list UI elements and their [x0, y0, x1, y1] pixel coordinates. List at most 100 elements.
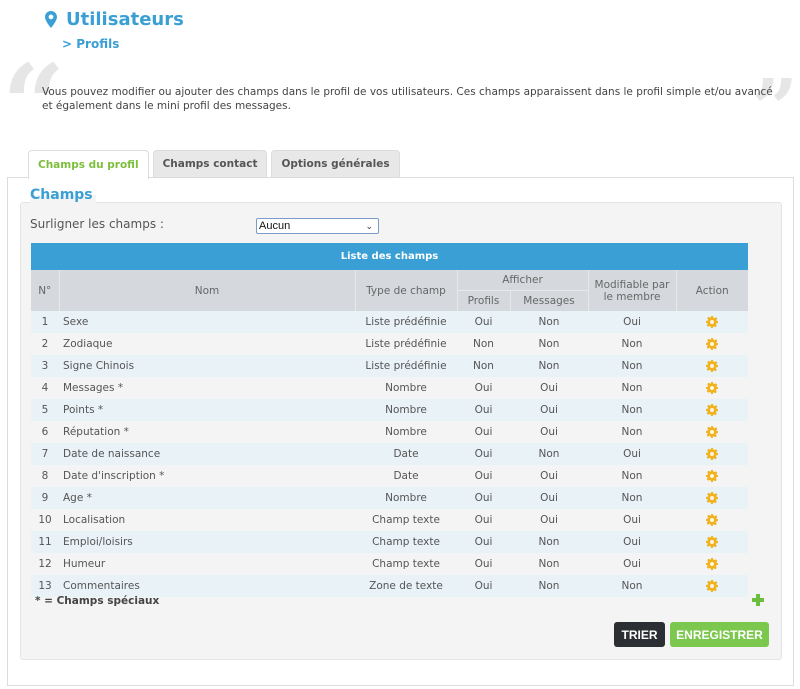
tab-options-generales[interactable]: Options générales	[271, 150, 400, 177]
cell-nom: Points *	[59, 399, 355, 421]
cell-messages: Non	[510, 355, 588, 377]
gear-icon[interactable]	[706, 470, 718, 482]
cell-modifiable: Non	[588, 355, 676, 377]
cell-nom: Date de naissance	[59, 443, 355, 465]
cell-action	[676, 553, 748, 575]
col-header-profils: Profils	[456, 290, 510, 311]
cell-modifiable: Oui	[588, 311, 676, 333]
table-row: 2 Zodiaque Liste prédéfinie Non Non Non	[31, 333, 748, 355]
cell-type: Zone de texte	[355, 575, 457, 597]
cell-num: 3	[31, 355, 59, 377]
cell-num: 1	[31, 311, 59, 333]
cell-type: Liste prédéfinie	[355, 355, 457, 377]
cell-profils: Oui	[457, 509, 510, 531]
gear-icon[interactable]	[706, 448, 718, 460]
sort-button[interactable]: TRIER	[614, 622, 665, 647]
col-header-modifiable: Modifiable par le membre	[587, 270, 676, 311]
gear-icon[interactable]	[706, 338, 718, 350]
cell-profils: Oui	[457, 575, 510, 597]
plus-icon[interactable]	[751, 593, 765, 607]
cell-type: Champ texte	[355, 509, 457, 531]
cell-type: Date	[355, 443, 457, 465]
highlight-select[interactable]: Aucun ⌄	[256, 218, 379, 234]
gear-icon[interactable]	[706, 316, 718, 328]
cell-action	[676, 465, 748, 487]
breadcrumb-profils[interactable]: > Profils	[62, 37, 119, 51]
cell-num: 6	[31, 421, 59, 443]
cell-profils: Oui	[457, 487, 510, 509]
cell-nom: Emploi/loisirs	[59, 531, 355, 553]
save-button[interactable]: ENREGISTRER	[670, 622, 769, 647]
gear-icon[interactable]	[706, 426, 718, 438]
cell-messages: Oui	[510, 377, 588, 399]
cell-nom: Messages *	[59, 377, 355, 399]
table-row: 1 Sexe Liste prédéfinie Oui Non Oui	[31, 311, 748, 333]
cell-action	[676, 443, 748, 465]
cell-profils: Oui	[457, 311, 510, 333]
cell-action	[676, 575, 748, 597]
table-row: 6 Réputation * Nombre Oui Oui Non	[31, 421, 748, 443]
table-caption: Liste des champs	[31, 243, 748, 270]
cell-messages: Non	[510, 333, 588, 355]
cell-modifiable: Non	[588, 333, 676, 355]
tab-champs-du-profil[interactable]: Champs du profil	[28, 150, 149, 179]
tab-champs-contact[interactable]: Champs contact	[152, 150, 268, 177]
cell-profils: Non	[457, 355, 510, 377]
gear-icon[interactable]	[706, 536, 718, 548]
cell-action	[676, 333, 748, 355]
cell-messages: Oui	[510, 465, 588, 487]
cell-type: Nombre	[355, 421, 457, 443]
gear-icon[interactable]	[706, 514, 718, 526]
cell-profils: Oui	[457, 421, 510, 443]
cell-profils: Oui	[457, 531, 510, 553]
col-header-messages: Messages	[509, 290, 588, 311]
cell-messages: Non	[510, 553, 588, 575]
cell-messages: Non	[510, 575, 588, 597]
tab-bar: Champs du profil Champs contact Options …	[28, 150, 400, 179]
cell-action	[676, 377, 748, 399]
table-row: 13 Commentaires Zone de texte Oui Non Non	[31, 575, 748, 597]
cell-profils: Oui	[457, 377, 510, 399]
cell-type: Champ texte	[355, 553, 457, 575]
cell-type: Liste prédéfinie	[355, 311, 457, 333]
gear-icon[interactable]	[706, 404, 718, 416]
cell-nom: Signe Chinois	[59, 355, 355, 377]
cell-messages: Oui	[510, 421, 588, 443]
cell-action	[676, 509, 748, 531]
gear-icon[interactable]	[706, 492, 718, 504]
gear-icon[interactable]	[706, 360, 718, 372]
fieldset-legend: Champs	[30, 187, 96, 203]
col-header-action: Action	[675, 270, 748, 311]
cell-profils: Oui	[457, 443, 510, 465]
table-row: 5 Points * Nombre Oui Oui Non	[31, 399, 748, 421]
gear-icon[interactable]	[706, 580, 718, 592]
col-header-type: Type de champ	[354, 270, 457, 311]
cell-num: 10	[31, 509, 59, 531]
cell-action	[676, 531, 748, 553]
cell-type: Nombre	[355, 487, 457, 509]
cell-type: Liste prédéfinie	[355, 333, 457, 355]
cell-nom: Humeur	[59, 553, 355, 575]
cell-modifiable: Oui	[588, 509, 676, 531]
cell-modifiable: Oui	[588, 531, 676, 553]
gear-icon[interactable]	[706, 558, 718, 570]
table-row: 8 Date d'inscription * Date Oui Oui Non	[31, 465, 748, 487]
table-row: 4 Messages * Nombre Oui Oui Non	[31, 377, 748, 399]
table-row: 3 Signe Chinois Liste prédéfinie Non Non Non	[31, 355, 748, 377]
cell-nom: Age *	[59, 487, 355, 509]
gear-icon[interactable]	[706, 382, 718, 394]
table-row: 10 Localisation Champ texte Oui Oui Oui	[31, 509, 748, 531]
cell-num: 13	[31, 575, 59, 597]
cell-action	[676, 355, 748, 377]
cell-nom: Localisation	[59, 509, 355, 531]
cell-action	[676, 487, 748, 509]
table-row: 9 Age * Nombre Oui Oui Non	[31, 487, 748, 509]
chevron-down-icon: ⌄	[365, 220, 373, 231]
cell-modifiable: Non	[588, 399, 676, 421]
col-header-afficher: Afficher	[456, 270, 588, 291]
cell-type: Champ texte	[355, 531, 457, 553]
cell-action	[676, 421, 748, 443]
cell-profils: Oui	[457, 399, 510, 421]
cell-num: 5	[31, 399, 59, 421]
cell-messages: Non	[510, 443, 588, 465]
